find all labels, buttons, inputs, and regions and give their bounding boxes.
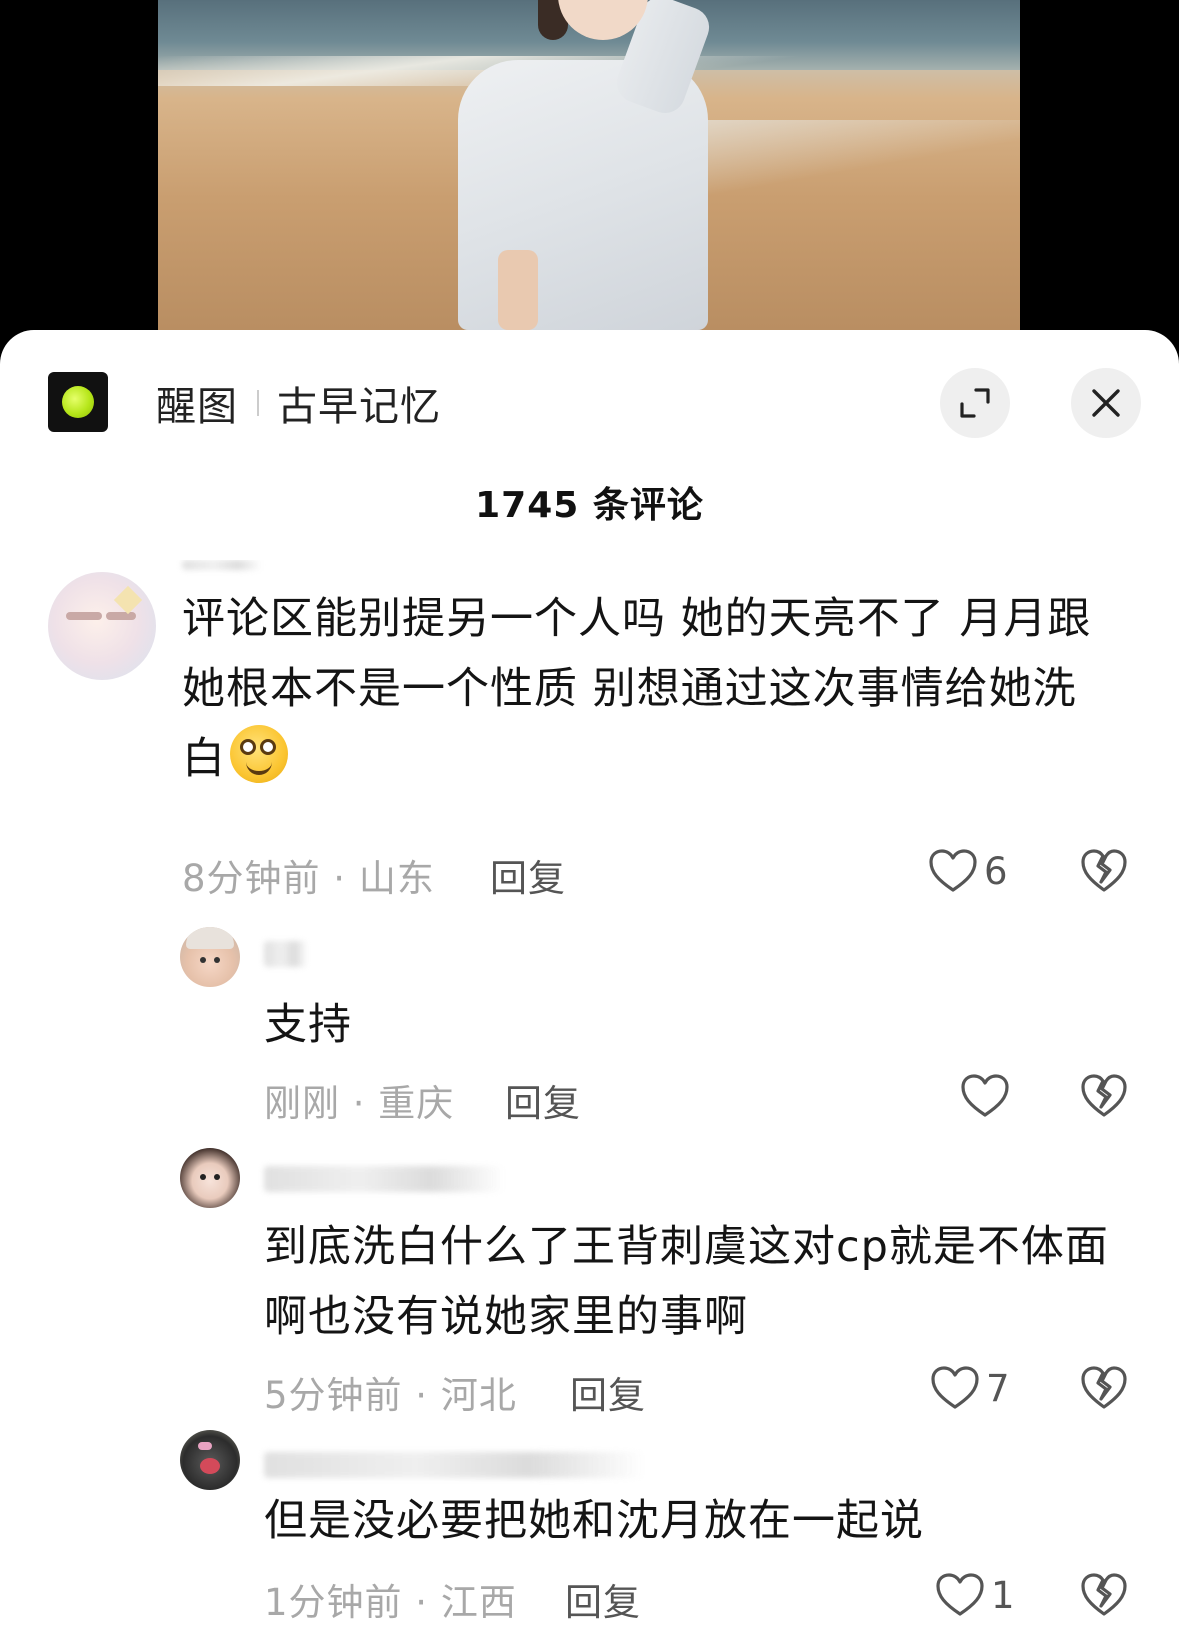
title-divider	[257, 390, 259, 416]
username[interactable]	[264, 941, 308, 967]
heart-icon	[936, 1573, 984, 1616]
reply-button[interactable]: 回复	[570, 1365, 646, 1419]
like-button[interactable]: 6	[928, 848, 1008, 894]
heart-icon	[931, 1366, 979, 1409]
like-count: 6	[984, 849, 1008, 893]
sheet-header: 醒图 古早记忆	[0, 330, 1179, 440]
like-count: 7	[986, 1366, 1010, 1410]
comment-meta: 5分钟前 · 河北	[264, 1374, 517, 1417]
comment-text: 支持	[264, 1000, 352, 1050]
like-button[interactable]: 1	[935, 1572, 1015, 1618]
person-figure	[458, 0, 718, 330]
broken-heart-icon	[1081, 849, 1127, 892]
broken-heart-icon	[1081, 1573, 1127, 1616]
smiling-face-emoji	[230, 725, 288, 783]
comment-text: 评论区能别提另一个人吗 她的天亮不了 月月跟 她根本不是一个性质 别想通过这次事…	[182, 594, 1092, 784]
comment-item: 评论区能别提另一个人吗 她的天亮不了 月月跟 她根本不是一个性质 别想通过这次事…	[0, 560, 1179, 900]
post-photo[interactable]	[158, 0, 1020, 330]
broken-heart-icon	[1081, 1366, 1127, 1409]
avatar[interactable]	[180, 1148, 240, 1208]
comment-sheet: 醒图 古早记忆 1745 条评论 评论区能别提另一个人吗 她的天亮不了 月月跟 …	[0, 330, 1179, 1646]
like-count: 1	[991, 1573, 1015, 1617]
expand-icon	[960, 388, 990, 418]
reply-button[interactable]: 回复	[565, 1572, 641, 1626]
avatar[interactable]	[180, 1430, 240, 1490]
reply-item: 支持 刚刚 · 重庆 回复	[0, 927, 1179, 1127]
comment-list: 评论区能别提另一个人吗 她的天亮不了 月月跟 她根本不是一个性质 别想通过这次事…	[0, 560, 1179, 1646]
comment-meta: 刚刚 · 重庆	[264, 1082, 455, 1125]
username[interactable]	[182, 560, 262, 570]
heart-icon	[961, 1074, 1009, 1117]
dislike-button[interactable]	[1080, 1572, 1128, 1622]
heart-icon	[929, 849, 977, 892]
broken-heart-icon	[1081, 1074, 1127, 1117]
comment-meta: 8分钟前 · 山东	[182, 857, 435, 900]
dislike-button[interactable]	[1080, 848, 1128, 898]
comment-text: 但是没必要把她和沈月放在一起说	[264, 1496, 924, 1546]
avatar[interactable]	[48, 572, 156, 680]
comment-text: 到底洗白什么了王背刺虞这对cp就是不体面 啊也没有说她家里的事啊	[264, 1222, 1109, 1342]
account-name[interactable]: 古早记忆	[277, 374, 441, 432]
app-name[interactable]: 醒图	[156, 374, 238, 432]
comment-meta: 1分钟前 · 江西	[264, 1581, 517, 1624]
photo-viewer	[0, 0, 1179, 330]
dislike-button[interactable]	[1080, 1365, 1128, 1415]
reply-item: 但是没必要把她和沈月放在一起说 1分钟前 · 江西 回复 1	[0, 1430, 1179, 1646]
avatar[interactable]	[180, 927, 240, 987]
username[interactable]	[264, 1452, 644, 1478]
username[interactable]	[264, 1166, 504, 1192]
like-button[interactable]: 7	[930, 1365, 1010, 1411]
reply-item: 到底洗白什么了王背刺虞这对cp就是不体面 啊也没有说她家里的事啊 5分钟前 · …	[0, 1148, 1179, 1428]
dislike-button[interactable]	[1080, 1073, 1128, 1123]
close-button[interactable]	[1071, 368, 1141, 438]
reply-button[interactable]: 回复	[490, 848, 566, 902]
app-logo[interactable]	[48, 372, 108, 432]
comment-count: 1745 条评论	[475, 485, 704, 526]
close-icon	[1092, 389, 1120, 417]
expand-button[interactable]	[940, 368, 1010, 438]
like-button[interactable]	[960, 1073, 1016, 1119]
reply-button[interactable]: 回复	[505, 1073, 581, 1127]
